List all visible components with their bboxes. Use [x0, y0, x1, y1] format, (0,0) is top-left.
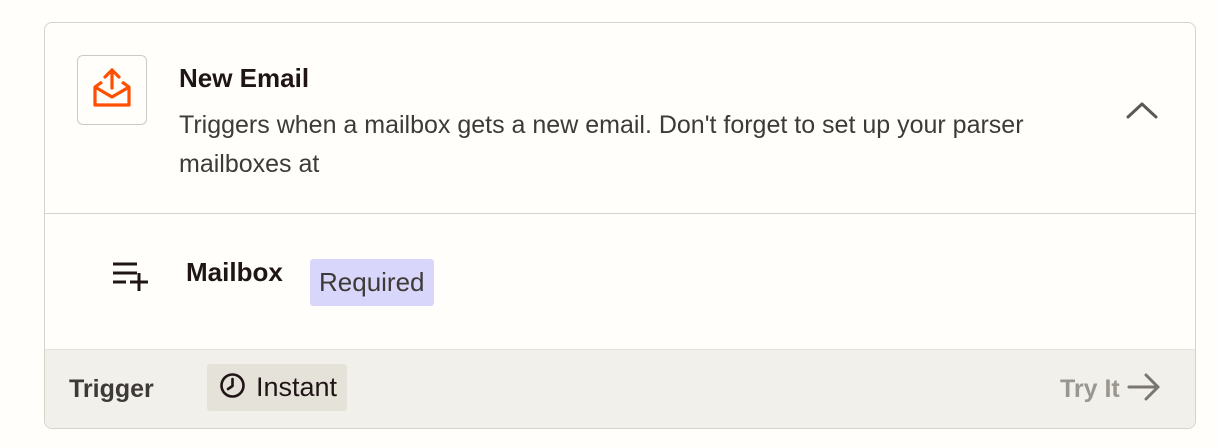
step-type-label: Trigger — [69, 375, 154, 403]
email-upload-icon — [90, 66, 134, 115]
trigger-description: Triggers when a mailbox gets a new email… — [179, 111, 1024, 178]
chevron-up-icon — [1125, 100, 1159, 125]
try-it-button[interactable]: Try It — [1060, 372, 1162, 407]
clock-icon — [219, 372, 246, 404]
try-it-label: Try It — [1060, 375, 1120, 403]
arrow-right-icon — [1126, 372, 1162, 407]
instant-badge: Instant — [207, 364, 348, 411]
list-add-icon — [111, 261, 151, 298]
required-badge: Required — [310, 259, 434, 306]
trigger-card-header[interactable]: New Email Triggers when a mailbox gets a… — [45, 23, 1195, 214]
collapse-button[interactable] — [1123, 97, 1161, 127]
app-icon — [77, 55, 147, 125]
instant-label: Instant — [256, 372, 338, 402]
mailbox-field-row[interactable]: Mailbox Required — [45, 214, 1195, 350]
trigger-footer: Trigger Instant Try It — [45, 350, 1195, 428]
field-label: Mailbox — [186, 257, 283, 287]
trigger-card: New Email Triggers when a mailbox gets a… — [44, 22, 1196, 429]
trigger-title: New Email — [179, 63, 310, 93]
